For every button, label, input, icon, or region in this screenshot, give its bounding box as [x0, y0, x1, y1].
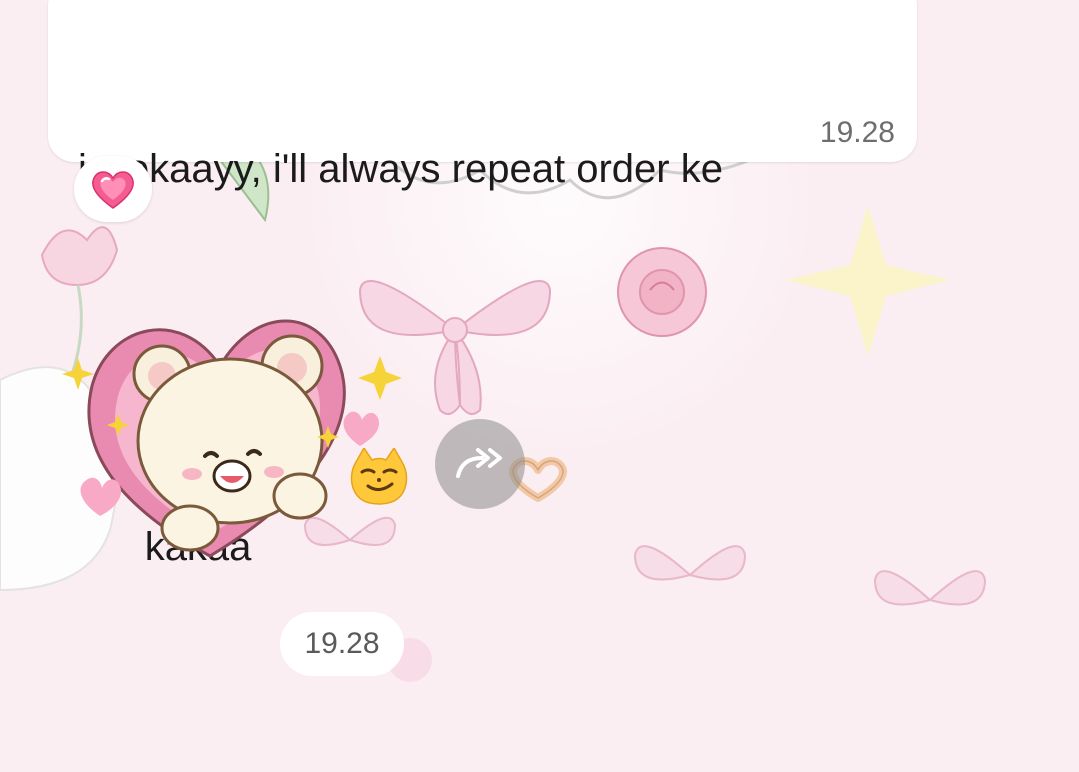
message-line-1: issokaayy, i'll always repeat order ke [78, 147, 723, 191]
sticker-timestamp: 19.28 [304, 627, 380, 660]
bear-heart-sticker[interactable] [60, 296, 405, 586]
message-timestamp: 19.28 [819, 116, 895, 149]
reaction-badge[interactable] [74, 156, 152, 222]
sticker-timestamp-pill: 19.28 [280, 612, 404, 676]
growing-heart-icon [92, 171, 134, 209]
forward-arrow-icon [456, 448, 502, 478]
forward-button[interactable] [435, 419, 525, 509]
incoming-message-bubble[interactable]: issokaayy, i'll always repeat order ke k… [48, 0, 917, 569]
